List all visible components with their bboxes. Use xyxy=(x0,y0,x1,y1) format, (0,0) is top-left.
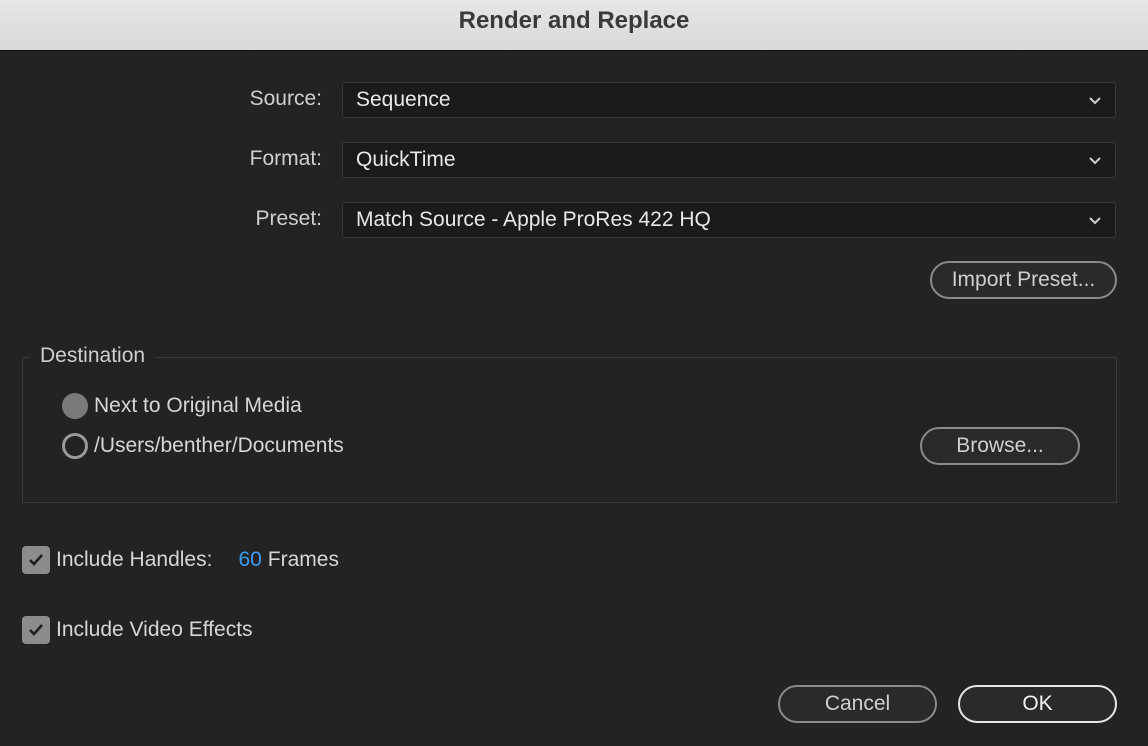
radio-label: Next to Original Media xyxy=(94,394,302,417)
destination-legend: Destination xyxy=(30,344,156,368)
source-value: Sequence xyxy=(356,88,451,111)
include-handles-checkbox[interactable] xyxy=(22,546,50,574)
chevron-down-icon xyxy=(1089,217,1101,225)
include-video-effects-row: Include Video Effects xyxy=(22,616,253,644)
format-label: Format: xyxy=(249,147,322,170)
format-value: QuickTime xyxy=(356,148,456,171)
radio-next-to-original[interactable]: Next to Original Media xyxy=(62,393,302,419)
include-video-effects-label: Include Video Effects xyxy=(56,618,253,641)
handles-frames-value[interactable]: 60 xyxy=(238,548,261,572)
preset-dropdown[interactable]: Match Source - Apple ProRes 422 HQ xyxy=(342,202,1116,238)
radio-selected-indicator[interactable] xyxy=(62,393,88,419)
chevron-down-icon xyxy=(1089,97,1101,105)
import-preset-button[interactable]: Import Preset... xyxy=(930,261,1117,299)
checkmark-icon xyxy=(29,554,43,566)
checkmark-icon xyxy=(29,624,43,636)
source-label: Source: xyxy=(249,87,322,110)
source-dropdown[interactable]: Sequence xyxy=(342,82,1116,118)
include-video-effects-checkbox[interactable] xyxy=(22,616,50,644)
browse-button[interactable]: Browse... xyxy=(920,427,1080,465)
radio-label: /Users/benther/Documents xyxy=(94,434,344,457)
radio-custom-path[interactable]: /Users/benther/Documents xyxy=(62,433,344,459)
preset-label: Preset: xyxy=(255,207,322,230)
title-bar: Render and Replace xyxy=(0,0,1148,51)
window-title: Render and Replace xyxy=(458,7,690,34)
include-handles-row: Include Handles: 60 Frames xyxy=(22,546,339,574)
include-handles-label: Include Handles: xyxy=(56,548,213,571)
ok-button[interactable]: OK xyxy=(958,685,1117,723)
radio-unselected-indicator[interactable] xyxy=(62,433,88,459)
cancel-button[interactable]: Cancel xyxy=(778,685,937,723)
preset-value: Match Source - Apple ProRes 422 HQ xyxy=(356,208,711,231)
format-dropdown[interactable]: QuickTime xyxy=(342,142,1116,178)
chevron-down-icon xyxy=(1089,157,1101,165)
handles-frames-unit: Frames xyxy=(267,548,339,571)
